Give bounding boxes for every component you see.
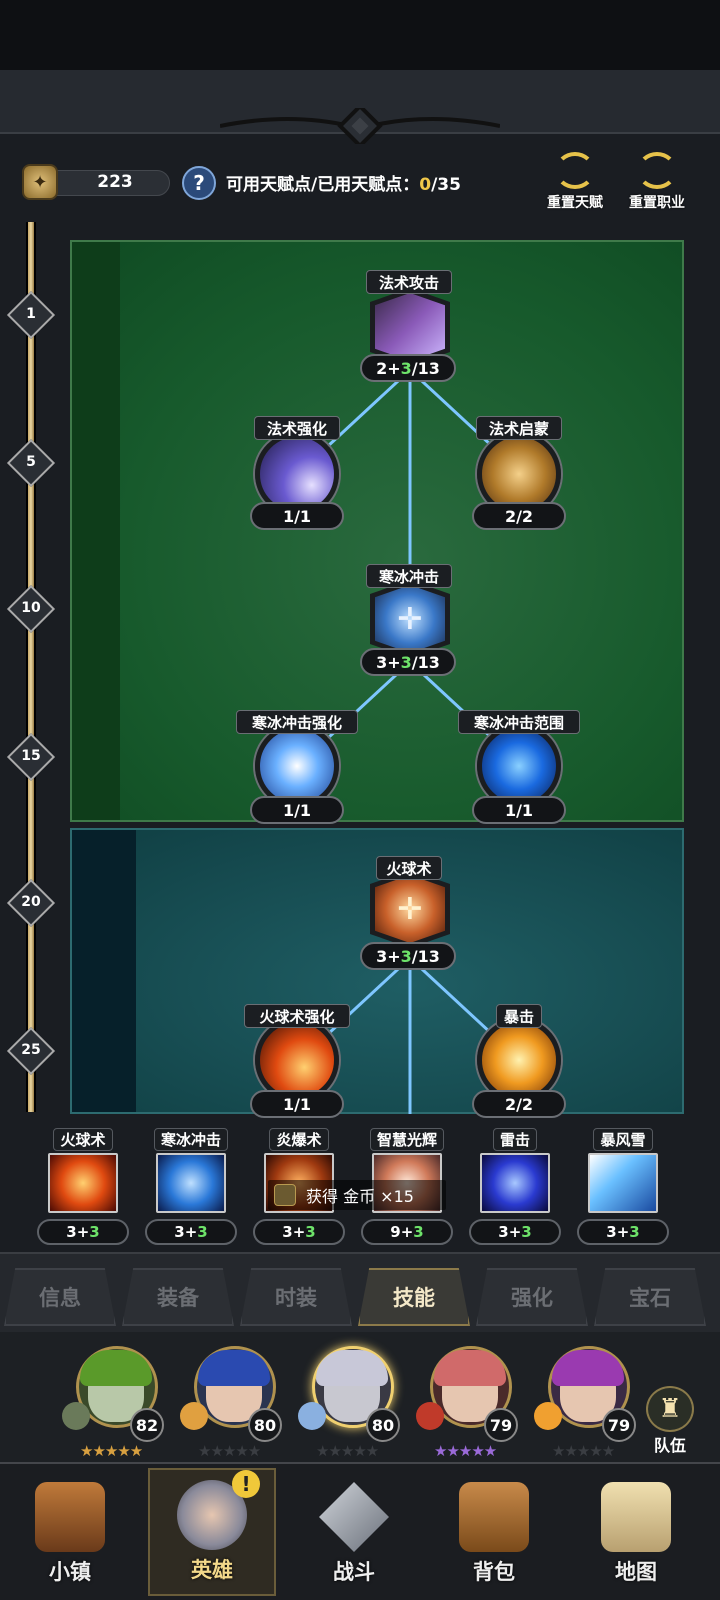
- node-level-pill: 2+ 3/13: [360, 354, 456, 382]
- hero-card[interactable]: 82 ★★★★★: [62, 1338, 170, 1460]
- coin-value: 223: [97, 172, 133, 192]
- node-level-pill: 1/1: [250, 796, 344, 824]
- refresh-icon: [555, 152, 595, 189]
- team-button[interactable]: ♜ 队伍: [640, 1386, 700, 1456]
- talent-points-label: 可用天赋点/已用天赋点：0/35: [226, 175, 461, 195]
- hero-card[interactable]: 80 ★★★★★: [180, 1338, 288, 1460]
- talent-total: /35: [431, 175, 461, 195]
- node-level-pill: 3+ 3/13: [360, 648, 456, 676]
- reward-toast: 获得 金币 ×15: [268, 1180, 446, 1210]
- team-icon: ♜: [646, 1386, 694, 1432]
- tab-info[interactable]: 信息: [4, 1268, 116, 1326]
- tab-gems[interactable]: 宝石: [594, 1268, 706, 1326]
- nav-town[interactable]: 小镇: [6, 1468, 134, 1596]
- node-level-pill: 1/1: [250, 502, 344, 530]
- node-name: 暴击: [496, 1004, 542, 1028]
- level-label: 1: [26, 306, 36, 322]
- node-name: 法术启蒙: [476, 416, 562, 440]
- level-rail: [26, 222, 36, 1112]
- town-icon: [35, 1482, 105, 1552]
- nav-bag[interactable]: 背包: [430, 1468, 558, 1596]
- class-emblem-icon: [534, 1402, 562, 1430]
- level-label: 15: [21, 748, 41, 764]
- hero-card[interactable]: 79 ★★★★★: [416, 1338, 524, 1460]
- hero-stars: ★★★★★: [80, 1442, 143, 1460]
- skill-level-pill: 3+ 3: [37, 1219, 129, 1245]
- status-bar-area: [0, 0, 720, 70]
- node-level-pill: 2/2: [472, 502, 566, 530]
- alert-badge: !: [232, 1470, 260, 1498]
- tab-skills[interactable]: 技能: [358, 1268, 470, 1326]
- hero-level-badge: 80: [366, 1408, 400, 1442]
- hero-level-badge: 82: [130, 1408, 164, 1442]
- node-name: 火球术强化: [244, 1004, 350, 1028]
- frost-skill-icon: [156, 1153, 226, 1213]
- node-level-pill: 1/1: [472, 796, 566, 824]
- tab-equipment[interactable]: 装备: [122, 1268, 234, 1326]
- hero-level-badge: 80: [248, 1408, 282, 1442]
- nav-map[interactable]: 地图: [572, 1468, 700, 1596]
- skill-slot-thunder[interactable]: 雷击 3+ 3: [469, 1128, 561, 1245]
- backpack-icon: [459, 1482, 529, 1552]
- class-emblem-icon: [180, 1402, 208, 1430]
- talent-coin-icon: ✦: [22, 164, 58, 200]
- skill-level-pill: 3+ 3: [253, 1219, 345, 1245]
- level-label: 5: [26, 454, 36, 470]
- coin-icon: [274, 1184, 296, 1206]
- level-label: 20: [21, 894, 41, 910]
- hero-stars: ★★★★★: [434, 1442, 497, 1460]
- blizzard-skill-icon: [588, 1153, 658, 1213]
- tab-enhance[interactable]: 强化: [476, 1268, 588, 1326]
- talent-node-fireball[interactable]: ✛: [370, 870, 450, 948]
- level-label: 25: [21, 1042, 41, 1058]
- hero-level-badge: 79: [484, 1408, 518, 1442]
- node-name: 法术强化: [254, 416, 340, 440]
- crossed-swords-icon: [319, 1482, 389, 1552]
- hero-stars: ★★★★★: [552, 1442, 615, 1460]
- node-name: 法术攻击: [366, 270, 452, 294]
- hero-stars: ★★★★★: [316, 1442, 379, 1460]
- refresh-icon: [637, 152, 677, 189]
- node-level-pill: 2/2: [472, 1090, 566, 1118]
- level-label: 10: [21, 600, 41, 616]
- skill-slot-fireball[interactable]: 火球术 3+ 3: [37, 1128, 129, 1245]
- hero-stars: ★★★★★: [198, 1442, 261, 1460]
- node-name: 寒冰冲击范围: [458, 710, 580, 734]
- skill-slot-blizzard[interactable]: 暴风雪 3+ 3: [577, 1128, 669, 1245]
- nav-battle[interactable]: 战斗: [290, 1468, 418, 1596]
- hero-card[interactable]: 79 ★★★★★: [534, 1338, 642, 1460]
- skill-level-pill: 9+ 3: [361, 1219, 453, 1245]
- reset-class-button[interactable]: 重置职业: [622, 152, 692, 212]
- class-emblem-icon: [416, 1402, 444, 1430]
- thunder-skill-icon: [480, 1153, 550, 1213]
- node-level-pill: 3+ 3/13: [360, 942, 456, 970]
- skill-level-pill: 3+ 3: [577, 1219, 669, 1245]
- hero-level-badge: 79: [602, 1408, 636, 1442]
- node-name: 寒冰冲击强化: [236, 710, 358, 734]
- skill-level-pill: 3+ 3: [145, 1219, 237, 1245]
- skill-slot-frost-strike[interactable]: 寒冰冲击 3+ 3: [145, 1128, 237, 1245]
- help-icon[interactable]: ?: [182, 166, 216, 200]
- reset-talent-button[interactable]: 重置天赋: [540, 152, 610, 212]
- node-name: 寒冰冲击: [366, 564, 452, 588]
- tab-fashion[interactable]: 时装: [240, 1268, 352, 1326]
- talent-used: 0: [419, 175, 432, 195]
- skill-level-pill: 3+ 3: [469, 1219, 561, 1245]
- node-name: 火球术: [376, 856, 442, 880]
- node-level-pill: 1/1: [250, 1090, 344, 1118]
- hero-card-selected[interactable]: 80 ★★★★★: [298, 1338, 406, 1460]
- class-emblem-icon: [298, 1402, 326, 1430]
- class-emblem-icon: [62, 1402, 90, 1430]
- map-icon: [601, 1482, 671, 1552]
- header-ornament: [220, 108, 500, 144]
- fireball-skill-icon: [48, 1153, 118, 1213]
- talent-node-frost-strike[interactable]: ✛: [370, 580, 450, 658]
